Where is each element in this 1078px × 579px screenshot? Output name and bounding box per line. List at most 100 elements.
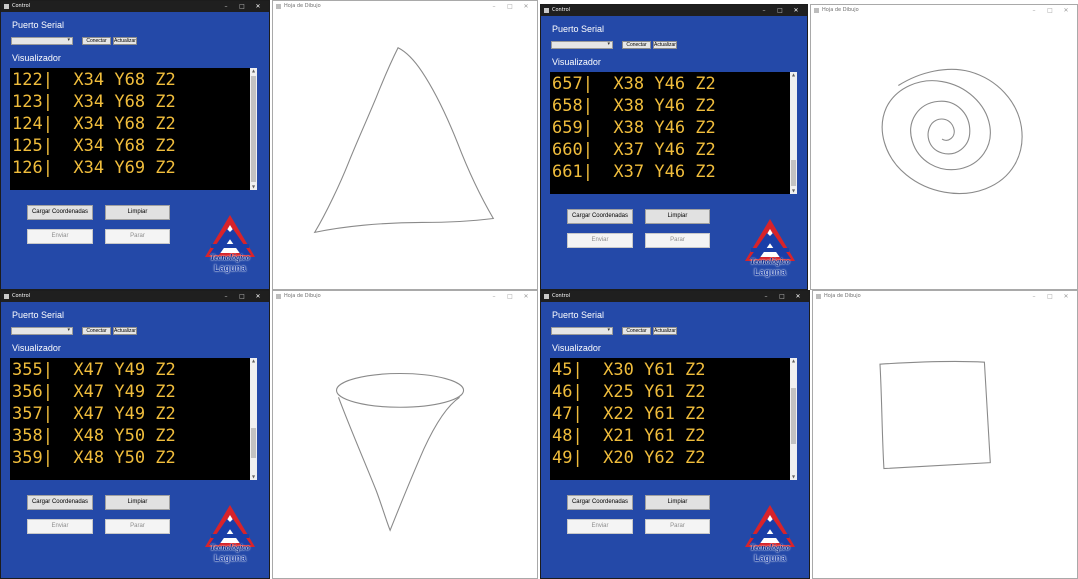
maximize-icon[interactable]: □ bbox=[503, 1, 517, 12]
minimize-icon[interactable]: – bbox=[487, 291, 501, 302]
drawn-triangle-stroke bbox=[313, 47, 495, 234]
console-line: 45| X30 Y61 Z2 bbox=[552, 360, 706, 380]
cargar-coordenadas-button[interactable]: Cargar Coordenadas bbox=[27, 205, 93, 220]
console-line: 358| X48 Y50 Z2 bbox=[12, 426, 176, 446]
visualizador-console[interactable]: 657| X38 Y46 Z2 658| X38 Y46 Z2 659| X38… bbox=[550, 72, 797, 194]
console-scrollbar[interactable]: ▲ ▼ bbox=[790, 358, 797, 480]
enviar-button[interactable]: Enviar bbox=[567, 233, 633, 248]
control-titlebar: Control – □ ✕ bbox=[1, 1, 269, 12]
parar-button[interactable]: Parar bbox=[645, 519, 710, 534]
scroll-down-icon[interactable]: ▼ bbox=[790, 474, 797, 480]
drawing-window-title: Hoja de Dibujo bbox=[822, 7, 859, 13]
actualizar-button[interactable]: Actualizar bbox=[113, 37, 137, 45]
drawing-canvas[interactable] bbox=[273, 302, 537, 578]
actualizar-button[interactable]: Actualizar bbox=[653, 327, 677, 335]
close-icon[interactable]: ✕ bbox=[519, 1, 533, 12]
conectar-button[interactable]: Conectar bbox=[622, 327, 651, 335]
visualizador-console[interactable]: 355| X47 Y49 Z2 356| X47 Y49 Z2 357| X47… bbox=[10, 358, 257, 480]
drawing-canvas[interactable] bbox=[813, 302, 1077, 578]
close-icon[interactable]: ✕ bbox=[1059, 5, 1073, 16]
minimize-icon[interactable]: – bbox=[1027, 5, 1041, 16]
close-icon[interactable]: ✕ bbox=[789, 5, 803, 16]
enviar-button[interactable]: Enviar bbox=[27, 519, 93, 534]
scrollbar-thumb[interactable] bbox=[791, 388, 796, 444]
console-scrollbar[interactable]: ▲ ▼ bbox=[250, 358, 257, 480]
actualizar-button[interactable]: Actualizar bbox=[113, 327, 137, 335]
maximize-icon[interactable]: □ bbox=[1043, 291, 1057, 302]
minimize-icon[interactable]: – bbox=[219, 291, 233, 302]
close-icon[interactable]: ✕ bbox=[1059, 291, 1073, 302]
maximize-icon[interactable]: □ bbox=[235, 1, 249, 12]
cargar-coordenadas-button[interactable]: Cargar Coordenadas bbox=[567, 495, 633, 510]
close-icon[interactable]: ✕ bbox=[251, 1, 265, 12]
logo-name-text: Laguna bbox=[213, 263, 246, 273]
drawing-titlebar: Hoja de Dibujo – □ ✕ bbox=[811, 5, 1077, 16]
console-line: 125| X34 Y68 Z2 bbox=[12, 136, 176, 156]
control-titlebar: Control – □ ✕ bbox=[541, 5, 807, 16]
conectar-button[interactable]: Conectar bbox=[622, 41, 651, 49]
drawing-canvas[interactable] bbox=[811, 16, 1077, 289]
cargar-coordenadas-button[interactable]: Cargar Coordenadas bbox=[567, 209, 633, 224]
panel-4: Control – □ ✕ Puerto Serial ▾ Conectar A… bbox=[540, 290, 1078, 579]
window-app-icon bbox=[4, 294, 9, 299]
conectar-button[interactable]: Conectar bbox=[82, 37, 111, 45]
limpiar-button[interactable]: Limpiar bbox=[105, 495, 170, 510]
scroll-up-icon[interactable]: ▲ bbox=[790, 72, 797, 78]
console-scrollbar[interactable]: ▲ ▼ bbox=[790, 72, 797, 194]
maximize-icon[interactable]: □ bbox=[775, 291, 789, 302]
maximize-icon[interactable]: □ bbox=[1043, 5, 1057, 16]
scroll-up-icon[interactable]: ▲ bbox=[250, 68, 257, 74]
scroll-down-icon[interactable]: ▼ bbox=[790, 188, 797, 194]
parar-button[interactable]: Parar bbox=[105, 519, 170, 534]
conectar-button[interactable]: Conectar bbox=[82, 327, 111, 335]
minimize-icon[interactable]: – bbox=[759, 291, 773, 302]
drawing-window: Hoja de Dibujo – □ ✕ bbox=[272, 0, 538, 290]
port-select[interactable]: ▾ bbox=[11, 327, 73, 335]
scroll-up-icon[interactable]: ▲ bbox=[250, 358, 257, 364]
visualizador-label: Visualizador bbox=[12, 53, 61, 63]
enviar-button[interactable]: Enviar bbox=[27, 229, 93, 244]
enviar-button[interactable]: Enviar bbox=[567, 519, 633, 534]
drawing-canvas[interactable] bbox=[273, 12, 537, 289]
maximize-icon[interactable]: □ bbox=[773, 5, 787, 16]
limpiar-button[interactable]: Limpiar bbox=[105, 205, 170, 220]
scroll-down-icon[interactable]: ▼ bbox=[250, 184, 257, 190]
visualizador-console[interactable]: 45| X30 Y61 Z2 46| X25 Y61 Z2 47| X22 Y6… bbox=[550, 358, 797, 480]
scroll-up-icon[interactable]: ▲ bbox=[790, 358, 797, 364]
minimize-icon[interactable]: – bbox=[219, 1, 233, 12]
close-icon[interactable]: ✕ bbox=[251, 291, 265, 302]
port-select[interactable]: ▾ bbox=[551, 41, 613, 49]
console-line: 657| X38 Y46 Z2 bbox=[552, 74, 716, 94]
console-scrollbar[interactable]: ▲ ▼ bbox=[250, 68, 257, 190]
window-app-icon bbox=[544, 8, 549, 13]
drawing-titlebar: Hoja de Dibujo – □ ✕ bbox=[273, 291, 537, 302]
port-select[interactable]: ▾ bbox=[551, 327, 613, 335]
maximize-icon[interactable]: □ bbox=[235, 291, 249, 302]
minimize-icon[interactable]: – bbox=[757, 5, 771, 16]
maximize-icon[interactable]: □ bbox=[503, 291, 517, 302]
port-select[interactable]: ▾ bbox=[11, 37, 73, 45]
puerto-serial-label: Puerto Serial bbox=[12, 310, 65, 320]
drawing-titlebar: Hoja de Dibujo – □ ✕ bbox=[273, 1, 537, 12]
scrollbar-thumb[interactable] bbox=[791, 160, 796, 186]
minimize-icon[interactable]: – bbox=[1027, 291, 1041, 302]
visualizador-label: Visualizador bbox=[12, 343, 61, 353]
actualizar-button[interactable]: Actualizar bbox=[653, 41, 677, 49]
visualizador-console[interactable]: 122| X34 Y68 Z2 123| X34 Y68 Z2 124| X34… bbox=[10, 68, 257, 190]
minimize-icon[interactable]: – bbox=[487, 1, 501, 12]
scrollbar-thumb[interactable] bbox=[251, 428, 256, 458]
chevron-down-icon: ▾ bbox=[607, 327, 610, 333]
drawing-window: Hoja de Dibujo – □ ✕ bbox=[810, 4, 1078, 290]
parar-button[interactable]: Parar bbox=[645, 233, 710, 248]
close-icon[interactable]: ✕ bbox=[519, 291, 533, 302]
scrollbar-thumb[interactable] bbox=[251, 76, 256, 182]
close-icon[interactable]: ✕ bbox=[791, 291, 805, 302]
control-titlebar: Control – □ ✕ bbox=[541, 291, 809, 302]
logo-script-text: Tecnológico bbox=[750, 257, 790, 266]
cargar-coordenadas-button[interactable]: Cargar Coordenadas bbox=[27, 495, 93, 510]
window-app-icon bbox=[276, 294, 281, 299]
parar-button[interactable]: Parar bbox=[105, 229, 170, 244]
scroll-down-icon[interactable]: ▼ bbox=[250, 474, 257, 480]
limpiar-button[interactable]: Limpiar bbox=[645, 495, 710, 510]
limpiar-button[interactable]: Limpiar bbox=[645, 209, 710, 224]
